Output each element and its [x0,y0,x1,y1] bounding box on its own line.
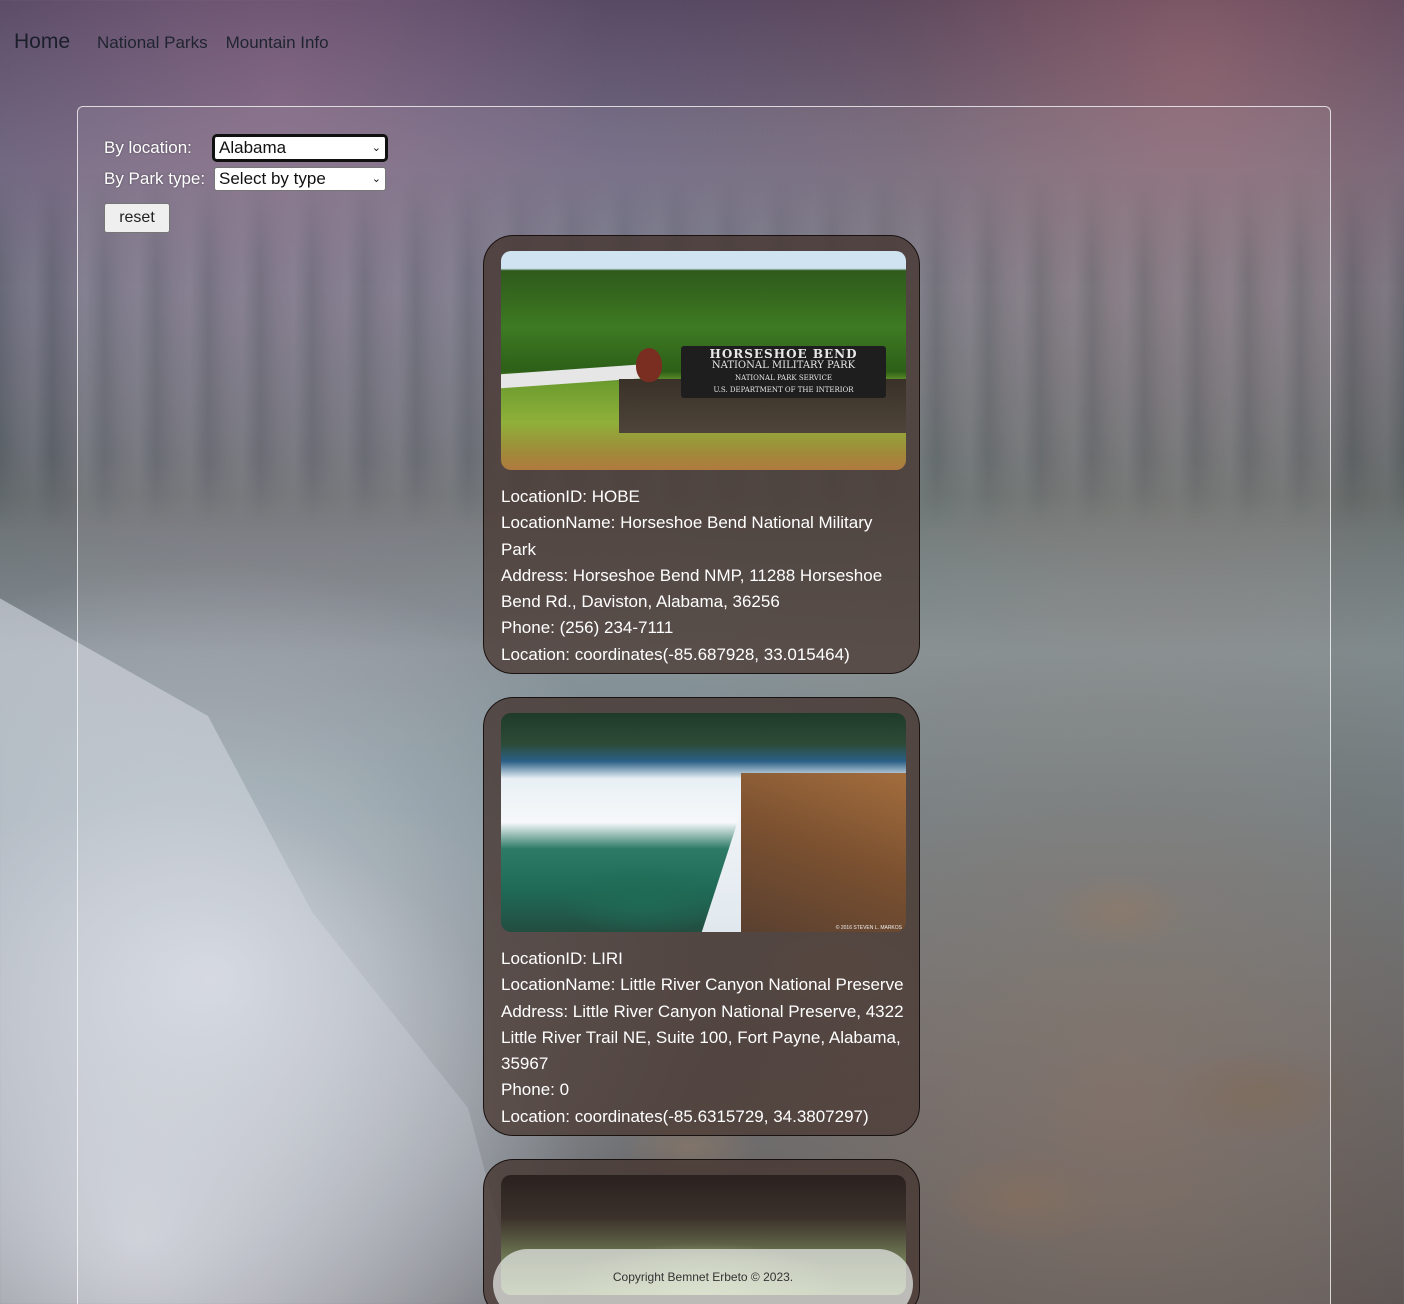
photo-credit: © 2016 STEVEN L. MARKOS [835,925,902,931]
park-type-filter-row: By Park type: Select by type ⌄ [104,163,386,194]
location-name: LocationName: Little River Canyon Nation… [501,975,904,995]
copyright-text: Copyright Bemnet Erbeto © 2023. [612,1270,794,1284]
sign-line: HORSESHOE BEND [709,347,858,361]
footer: Copyright Bemnet Erbeto © 2023. [493,1249,913,1304]
location-name: LocationName: Horseshoe Bend National Mi… [501,513,873,559]
location-select-value: Alabama [219,137,287,157]
chevron-down-icon: ⌄ [371,173,381,185]
sign-line: NATIONAL MILITARY PARK [711,360,856,371]
park-type-select-value: Select by type [219,168,326,188]
location-id: LocationID: LIRI [501,949,623,968]
location-id: LocationID: HOBE [501,487,640,506]
park-type-select[interactable]: Select by type ⌄ [214,166,386,191]
park-entrance-sign: HORSESHOE BEND NATIONAL MILITARY PARK NA… [681,346,886,398]
park-card: © 2016 STEVEN L. MARKOS LocationID: LIRI… [483,697,920,1136]
park-details: LocationID: HOBE LocationName: Horseshoe… [501,484,906,668]
park-details: LocationID: LIRI LocationName: Little Ri… [501,946,906,1130]
address: Address: Little River Canyon National Pr… [501,1001,904,1074]
little-river-canyon-photo: © 2016 STEVEN L. MARKOS [501,713,906,932]
nav-national-parks-link[interactable]: National Parks [97,33,208,53]
chevron-down-icon: ⌄ [371,142,381,154]
coordinates: Location: coordinates(-85.6315729, 34.38… [501,1106,869,1126]
sign-line: NATIONAL PARK SERVICE [734,374,833,382]
phone: Phone: 0 [501,1080,570,1100]
filter-form: By location: Alabama ⌄ By Park type: Sel… [104,132,388,233]
arrowhead-badge-icon [636,348,662,382]
top-navigation: Home National Parks Mountain Info [14,30,347,54]
coordinates: Location: coordinates(-85.687928, 33.015… [501,644,850,664]
park-type-filter-label: By Park type: [104,168,206,188]
address: Address: Horseshoe Bend NMP, 11288 Horse… [501,565,883,612]
location-select[interactable]: Alabama ⌄ [212,133,388,162]
reset-button[interactable]: reset [104,203,170,233]
location-filter-row: By location: Alabama ⌄ [104,132,388,163]
horseshoe-bend-photo: HORSESHOE BEND NATIONAL MILITARY PARK NA… [501,251,906,470]
nav-mountain-info-link[interactable]: Mountain Info [226,33,329,53]
park-card: HORSESHOE BEND NATIONAL MILITARY PARK NA… [483,235,920,674]
nav-home-link[interactable]: Home [14,30,70,54]
sign-line: U.S. DEPARTMENT OF THE INTERIOR [713,386,854,394]
phone: Phone: (256) 234-7111 [501,618,674,638]
location-filter-label: By location: [104,137,192,157]
